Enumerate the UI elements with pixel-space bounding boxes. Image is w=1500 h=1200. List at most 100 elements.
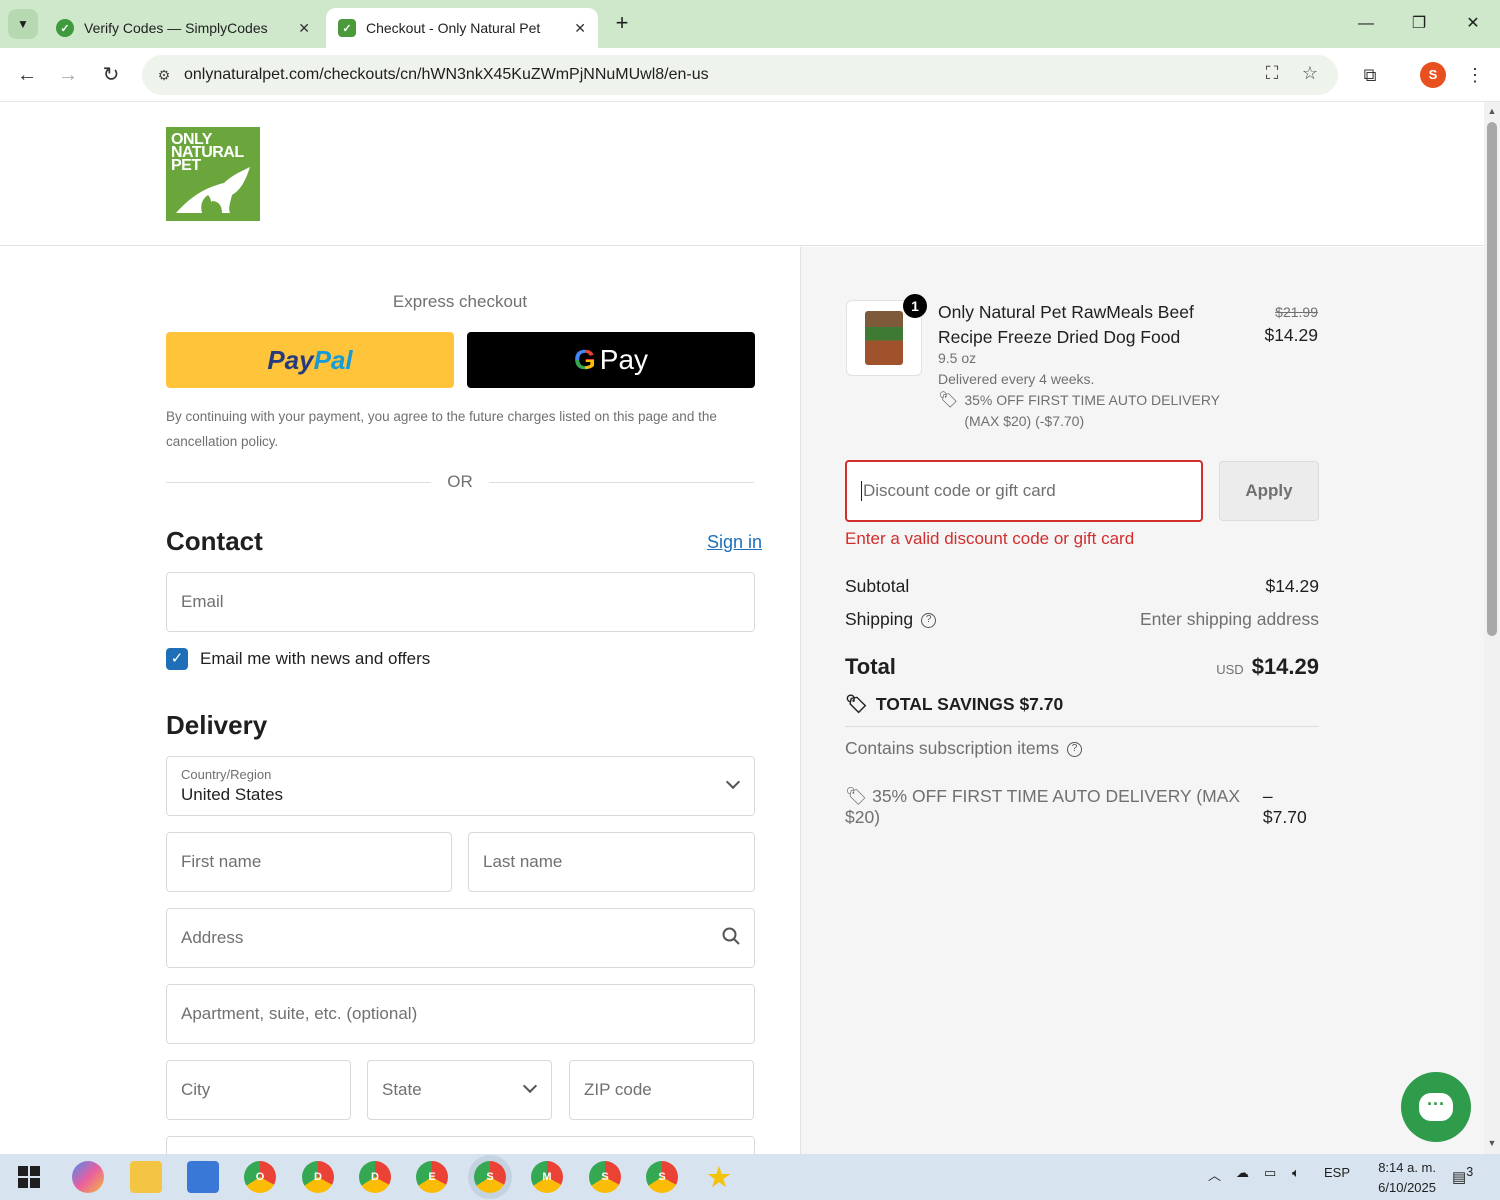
- close-tab-icon[interactable]: ✕: [298, 20, 310, 37]
- chrome-profile-icon[interactable]: D: [302, 1161, 334, 1193]
- restore-button[interactable]: ❐: [1405, 10, 1433, 38]
- copilot-icon[interactable]: [72, 1161, 104, 1193]
- subtotal-row: Subtotal $14.29: [845, 576, 1319, 597]
- microsoft-store-icon[interactable]: [187, 1161, 219, 1193]
- bookmark-star-icon[interactable]: ☆: [1298, 63, 1322, 87]
- back-arrow-icon[interactable]: ←: [12, 60, 42, 90]
- chrome-profile-icon[interactable]: E: [416, 1161, 448, 1193]
- chrome-profile-icon[interactable]: M: [531, 1161, 563, 1193]
- product-discount: 🏷︎ 35% OFF FIRST TIME AUTO DELIVERY (MAX…: [938, 390, 1258, 432]
- scroll-up-arrow-icon[interactable]: ▲: [1487, 106, 1497, 116]
- product-price: $14.29: [1264, 325, 1318, 345]
- apartment-field[interactable]: Apartment, suite, etc. (optional): [166, 984, 755, 1044]
- promo-label: 35% OFF FIRST TIME AUTO DELIVERY (MAX $2…: [845, 786, 1241, 827]
- google-pay-button[interactable]: G Pay: [467, 332, 755, 388]
- file-explorer-icon[interactable]: [130, 1161, 162, 1193]
- tab-simplycodes[interactable]: ✓ Verify Codes — SimplyCodes ✕: [44, 8, 322, 48]
- tab-title: Checkout - Only Natural Pet: [366, 20, 541, 36]
- onedrive-cloud-icon[interactable]: ☁: [1236, 1165, 1249, 1181]
- last-name-field[interactable]: Last name: [468, 832, 755, 892]
- zip-field[interactable]: ZIP code: [569, 1060, 754, 1120]
- total-savings: 🏷︎ TOTAL SAVINGS $7.70: [845, 694, 1063, 715]
- total-label: Total: [845, 654, 896, 679]
- close-window-button[interactable]: ✕: [1459, 10, 1487, 38]
- extensions-icon[interactable]: ⧉: [1355, 60, 1385, 90]
- city-field[interactable]: City: [166, 1060, 351, 1120]
- help-icon[interactable]: ?: [1066, 741, 1082, 757]
- chevron-down-icon: [725, 774, 741, 790]
- reload-icon[interactable]: ↻: [96, 60, 126, 90]
- notification-center-icon[interactable]: ▤3: [1452, 1165, 1473, 1186]
- browser-tab-bar: ▼ ✓ Verify Codes — SimplyCodes ✕ ✓ Check…: [0, 0, 1500, 48]
- scrollbar-thumb[interactable]: [1487, 122, 1497, 636]
- delivery-title: Delivery: [166, 710, 268, 740]
- product-size: 9.5 oz: [938, 350, 977, 366]
- sign-in-link[interactable]: Sign in: [707, 532, 762, 553]
- onlynaturalpet-favicon-icon: ✓: [338, 19, 356, 37]
- first-name-field[interactable]: First name: [166, 832, 452, 892]
- only-natural-pet-logo[interactable]: ONLY NATURAL PET: [166, 127, 260, 221]
- zip-placeholder: ZIP code: [584, 1080, 652, 1099]
- forward-arrow-icon[interactable]: →: [53, 60, 83, 90]
- star-app-icon[interactable]: ★: [703, 1161, 735, 1193]
- country-select[interactable]: Country/Region United States: [166, 756, 755, 816]
- chrome-profile-icon[interactable]: S: [474, 1161, 506, 1193]
- savings-label: TOTAL SAVINGS: [875, 694, 1015, 714]
- show-hidden-icons-chevron-icon[interactable]: ︿: [1208, 1165, 1221, 1184]
- country-value: United States: [181, 785, 284, 804]
- apply-button[interactable]: Apply: [1219, 461, 1319, 521]
- tab-search-button[interactable]: ▼: [8, 9, 38, 39]
- tab-checkout[interactable]: ✓ Checkout - Only Natural Pet ✕: [326, 8, 598, 48]
- total-currency: USD: [1216, 662, 1244, 677]
- original-price: $21.99: [1275, 304, 1318, 320]
- promo-row: 🏷︎ 35% OFF FIRST TIME AUTO DELIVERY (MAX…: [845, 786, 1319, 828]
- newsletter-option[interactable]: ✓ Email me with news and offers: [166, 648, 430, 670]
- state-select[interactable]: State: [367, 1060, 552, 1120]
- country-label: Country/Region: [181, 767, 272, 782]
- google-g-icon: G: [573, 344, 596, 375]
- product-discount-label: 35% OFF FIRST TIME AUTO DELIVERY (MAX $2…: [964, 392, 1220, 429]
- network-icon[interactable]: ▭: [1264, 1165, 1276, 1181]
- shipping-row: Shipping? Enter shipping address: [845, 609, 1319, 630]
- phone-field[interactable]: [166, 1136, 755, 1154]
- windows-start-icon[interactable]: [18, 1166, 40, 1188]
- system-clock[interactable]: 8:14 a. m. 6/10/2025: [1362, 1158, 1436, 1198]
- close-tab-icon[interactable]: ✕: [574, 20, 586, 37]
- scroll-down-arrow-icon[interactable]: ▼: [1487, 1138, 1497, 1148]
- shipping-value: Enter shipping address: [1140, 609, 1319, 629]
- divider-line: [166, 481, 432, 483]
- payment-consent-text: By continuing with your payment, you agr…: [166, 409, 717, 449]
- clock-date: 6/10/2025: [1378, 1180, 1436, 1195]
- volume-icon[interactable]: 🔈︎: [1292, 1165, 1300, 1181]
- express-checkout-label: Express checkout: [392, 292, 528, 311]
- minimize-button[interactable]: —: [1352, 10, 1380, 38]
- state-placeholder: State: [382, 1080, 422, 1099]
- discount-code-input[interactable]: Discount code or gift card: [845, 460, 1203, 522]
- chrome-profile-icon[interactable]: S: [646, 1161, 678, 1193]
- product-name: Only Natural Pet RawMeals Beef Recipe Fr…: [938, 302, 1194, 347]
- profile-avatar[interactable]: S: [1420, 62, 1446, 88]
- apartment-placeholder: Apartment, suite, etc. (optional): [181, 1004, 418, 1023]
- site-info-icon[interactable]: ⚙: [146, 57, 182, 93]
- help-icon[interactable]: ?: [921, 612, 937, 628]
- language-indicator[interactable]: ESP: [1324, 1165, 1350, 1180]
- paypal-button[interactable]: Pay Pal: [166, 332, 454, 388]
- last-name-placeholder: Last name: [483, 852, 563, 871]
- chrome-profile-icon[interactable]: O: [244, 1161, 276, 1193]
- chat-icon: ···: [1419, 1093, 1453, 1121]
- menu-kebab-icon[interactable]: ⋮: [1460, 60, 1490, 90]
- chrome-profile-icon[interactable]: S: [589, 1161, 621, 1193]
- address-bar[interactable]: ⚙ onlynaturalpet.com/checkouts/cn/hWN3nk…: [142, 55, 1338, 95]
- shipping-label: Shipping: [845, 609, 914, 629]
- chrome-profile-icon[interactable]: D: [359, 1161, 391, 1193]
- dog-food-bag-icon: [865, 311, 903, 365]
- new-tab-button[interactable]: +: [608, 10, 636, 38]
- tab-title: Verify Codes — SimplyCodes: [84, 20, 268, 36]
- translate-icon[interactable]: ⛶: [1260, 63, 1284, 87]
- chat-button[interactable]: ···: [1401, 1072, 1471, 1142]
- email-field[interactable]: Email: [166, 572, 755, 632]
- address-field[interactable]: Address: [166, 908, 755, 968]
- tag-icon: 🏷︎: [938, 392, 959, 409]
- newsletter-checkbox[interactable]: ✓: [166, 648, 188, 670]
- url-text: onlynaturalpet.com/checkouts/cn/hWN3nkX4…: [184, 66, 709, 83]
